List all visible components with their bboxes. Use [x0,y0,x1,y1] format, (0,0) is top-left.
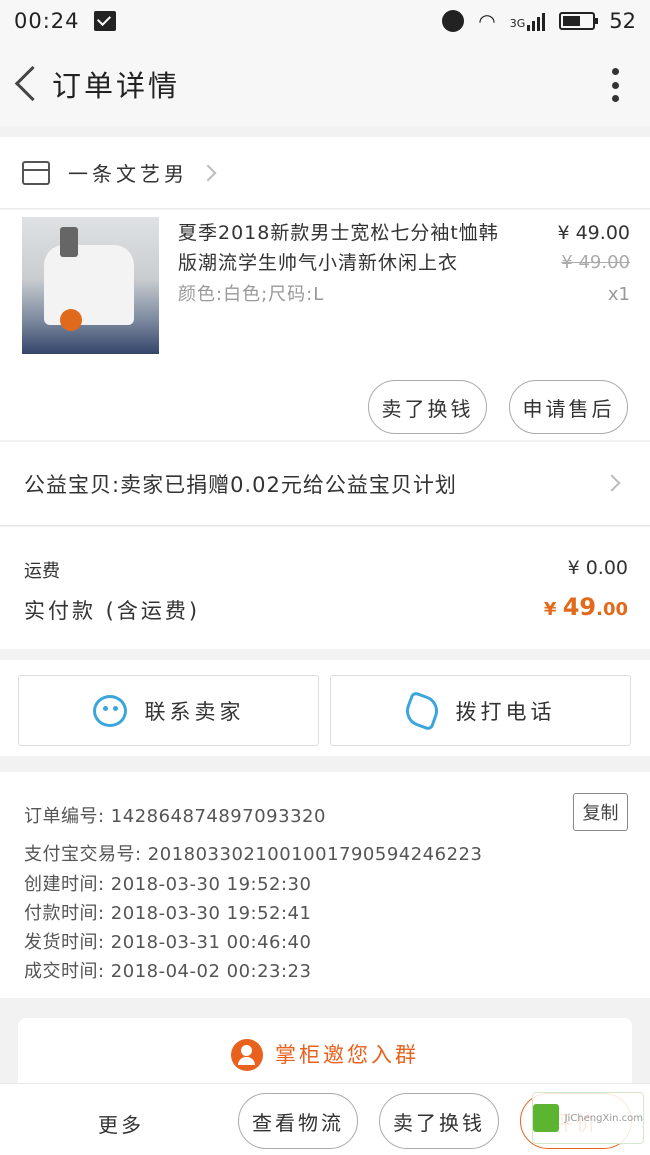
contact-seller-label: 联系卖家 [144,699,245,724]
sell-for-cash-button[interactable]: 卖了换钱 [379,1093,499,1149]
more-options-icon[interactable] [612,68,620,102]
group-invite-text: 掌柜邀您入群 [275,1043,419,1067]
product-price: ¥ 49.00 [557,222,630,244]
alipay-trade-number: 支付宝交易号: 2018033021001001790594246223 [24,844,483,865]
shipped-time: 发货时间: 2018-03-31 00:46:40 [24,932,312,953]
fee-summary: 运费 ¥ 0.00 实付款 (含运费) ¥ 49.00 [0,527,650,649]
product-quantity: x1 [607,284,630,305]
shipping-label: 运费 [24,561,60,582]
battery-icon [559,12,599,30]
copy-button[interactable]: 复制 [573,793,628,831]
order-info: 订单编号: 142864874897093320 支付宝交易号: 2018033… [0,772,650,998]
chat-icon [92,694,127,727]
shipping-value: ¥ 0.00 [567,557,628,579]
group-icon [231,1039,263,1071]
wifi-icon: ◠ [478,9,496,33]
message-notification-icon [93,11,116,31]
shop-name: 一条文艺男 [68,162,188,186]
view-logistics-button[interactable]: 查看物流 [238,1093,358,1149]
chevron-right-icon [199,164,217,181]
page-title: 订单详情 [52,69,181,103]
contact-seller-button[interactable]: 联系卖家 [18,675,319,746]
after-sale-button[interactable]: 申请售后 [509,380,628,434]
status-bar: 00:24 ◠ 3G 52 [0,0,650,42]
more-button[interactable]: 更多 [98,1109,144,1138]
alarm-icon [442,10,465,32]
paid-time: 付款时间: 2018-03-30 19:52:41 [24,903,312,924]
paid-label: 实付款 (含运费) [24,599,201,623]
charity-row[interactable]: 公益宝贝:卖家已捐赠0.02元给公益宝贝计划 [0,442,650,526]
signal-icon [527,11,546,31]
network-type: 3G [509,17,526,30]
contact-section: 联系卖家 拨打电话 [0,660,650,756]
charity-text: 公益宝贝:卖家已捐赠0.02元给公益宝贝计划 [24,472,457,497]
product-title[interactable]: 夏季2018新款男士宽松七分袖t恤韩版潮流学生帅气小清新休闲上衣 [178,218,518,278]
watermark: JiChengXin.com [532,1092,644,1144]
watermark-logo [533,1104,559,1132]
product-original-price: ¥ 49.00 [561,252,630,273]
status-indicators: ◠ 3G 52 [442,9,636,33]
product-item: 夏季2018新款男士宽松七分袖t恤韩版潮流学生帅气小清新休闲上衣 颜色:白色;尺… [0,210,650,440]
back-arrow-icon[interactable] [6,42,50,126]
product-spec: 颜色:白色;尺码:L [178,284,325,305]
watermark-text: JiChengXin.com [564,1112,643,1124]
sell-for-cash-button[interactable]: 卖了换钱 [368,380,487,434]
nav-bar: 订单详情 [0,42,650,126]
status-time: 00:24 [14,9,80,33]
created-time: 创建时间: 2018-03-30 19:52:30 [24,874,312,895]
completed-time: 成交时间: 2018-04-02 00:23:23 [24,961,312,982]
phone-icon [400,689,443,732]
call-phone-label: 拨打电话 [455,699,556,724]
shop-row[interactable]: 一条文艺男 [0,137,650,209]
order-number: 订单编号: 142864874897093320 [24,806,326,827]
chevron-right-icon [603,474,621,492]
shop-icon [22,160,50,185]
call-phone-button[interactable]: 拨打电话 [330,675,631,746]
product-image[interactable] [22,217,159,354]
battery-level: 52 [609,9,636,33]
paid-amount: ¥ 49.00 [543,593,628,621]
